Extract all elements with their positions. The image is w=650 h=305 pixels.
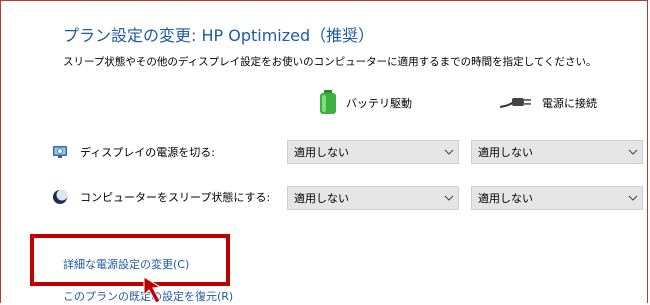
row-display-off: ディスプレイの電源を切る: bbox=[52, 143, 215, 161]
column-battery: バッテリ駆動 bbox=[318, 89, 412, 117]
page-description: スリープ状態やその他のディスプレイ設定をお使いのコンピューターに適用するまでの時… bbox=[63, 56, 597, 68]
sleep-plugged-select[interactable]: 適用しない bbox=[471, 186, 643, 210]
page-title: プラン設定の変更: HP Optimized（推奨） bbox=[63, 26, 375, 45]
battery-icon bbox=[318, 89, 338, 117]
column-plugged-label: 電源に接続 bbox=[542, 97, 597, 110]
row-sleep: コンピューターをスリープ状態にする: bbox=[52, 188, 270, 206]
chevron-down-icon bbox=[440, 140, 458, 164]
power-plug-icon bbox=[498, 94, 534, 113]
chevron-down-icon bbox=[624, 140, 642, 164]
row-sleep-label: コンピューターをスリープ状態にする: bbox=[80, 191, 271, 204]
highlight-box bbox=[30, 234, 230, 286]
column-battery-label: バッテリ駆動 bbox=[346, 97, 412, 110]
chevron-down-icon bbox=[624, 186, 642, 210]
display-off-plugged-select[interactable]: 適用しない bbox=[471, 140, 643, 164]
column-plugged: 電源に接続 bbox=[498, 92, 597, 114]
display-icon bbox=[52, 144, 68, 160]
display-off-battery-select[interactable]: 適用しない bbox=[287, 140, 459, 164]
chevron-down-icon bbox=[440, 186, 458, 210]
row-display-off-label: ディスプレイの電源を切る: bbox=[80, 146, 215, 159]
sleep-battery-select[interactable]: 適用しない bbox=[287, 186, 459, 210]
arrow-pointer-icon bbox=[143, 276, 162, 304]
sleep-moon-icon bbox=[52, 189, 68, 205]
